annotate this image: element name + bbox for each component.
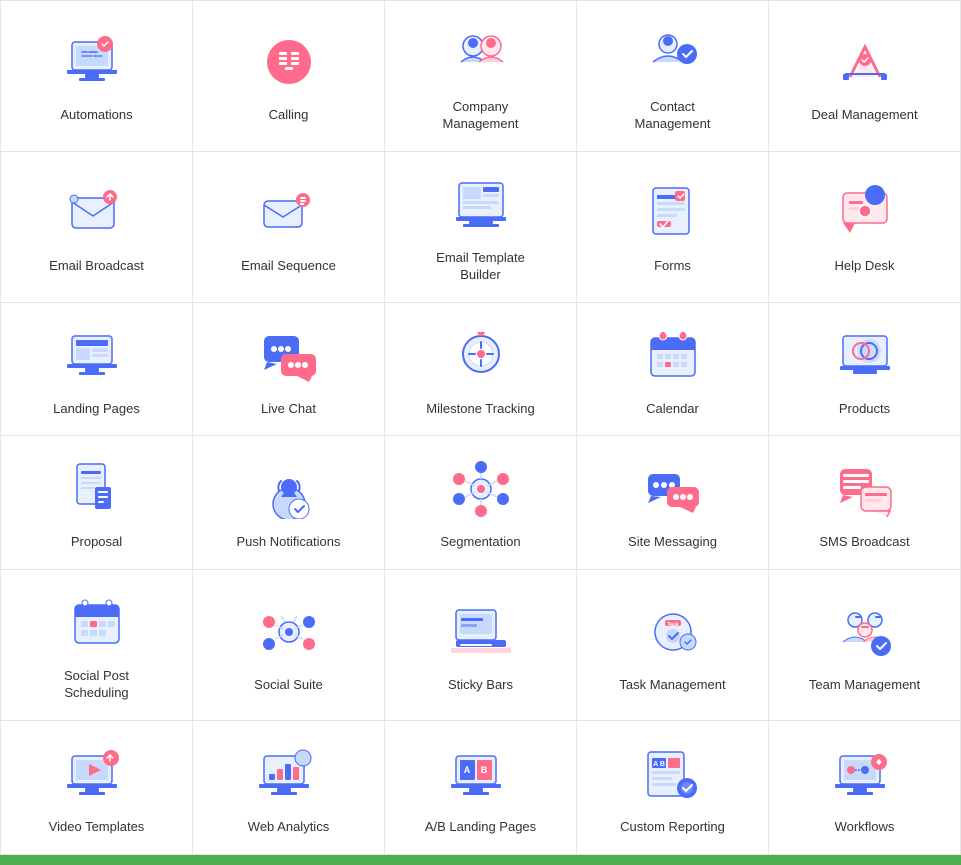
help-desk-icon [830, 178, 900, 248]
automations-label: Automations [60, 107, 132, 124]
social-post-scheduling-icon [62, 588, 132, 658]
task-management-icon: Task [638, 597, 708, 667]
grid-item-site-messaging[interactable]: Site Messaging [577, 436, 769, 570]
grid-item-web-analytics[interactable]: Web Analytics [193, 721, 385, 855]
forms-label: Forms [654, 258, 691, 275]
email-broadcast-icon [62, 178, 132, 248]
products-label: Products [839, 401, 890, 418]
site-messaging-label: Site Messaging [628, 534, 717, 551]
grid-item-ab-landing-pages[interactable]: A B A/B Landing Pages [385, 721, 577, 855]
grid-item-contact-management[interactable]: ContactManagement [577, 1, 769, 152]
grid-item-forms[interactable]: Forms [577, 152, 769, 303]
social-suite-label: Social Suite [254, 677, 323, 694]
grid-item-sticky-bars[interactable]: Sticky Bars [385, 570, 577, 721]
svg-text:A B: A B [653, 761, 665, 768]
ab-landing-pages-label: A/B Landing Pages [425, 819, 536, 836]
products-icon [830, 321, 900, 391]
svg-text:Task: Task [667, 622, 678, 628]
grid-item-email-template-builder[interactable]: Email TemplateBuilder [385, 152, 577, 303]
email-sequence-label: Email Sequence [241, 258, 336, 275]
grid-item-workflows[interactable]: Workflows [769, 721, 961, 855]
landing-pages-label: Landing Pages [53, 401, 140, 418]
grid-item-help-desk[interactable]: Help Desk [769, 152, 961, 303]
email-sequence-icon [254, 178, 324, 248]
grid-item-team-management[interactable]: Team Management [769, 570, 961, 721]
sms-broadcast-icon [830, 454, 900, 524]
milestone-tracking-label: Milestone Tracking [426, 401, 534, 418]
team-management-icon [830, 597, 900, 667]
sticky-bars-icon [446, 597, 516, 667]
calling-icon [254, 27, 324, 97]
grid-item-products[interactable]: Products [769, 303, 961, 437]
grid-item-milestone-tracking[interactable]: Milestone Tracking [385, 303, 577, 437]
grid-item-deal-management[interactable]: Deal Management [769, 1, 961, 152]
workflows-label: Workflows [835, 819, 895, 836]
grid-item-social-suite[interactable]: Social Suite [193, 570, 385, 721]
landing-pages-icon [62, 321, 132, 391]
web-analytics-label: Web Analytics [248, 819, 329, 836]
email-broadcast-label: Email Broadcast [49, 258, 144, 275]
grid-item-push-notifications[interactable]: Push Notifications [193, 436, 385, 570]
proposal-icon [62, 454, 132, 524]
contact-management-icon [638, 19, 708, 89]
automations-icon [62, 27, 132, 97]
proposal-label: Proposal [71, 534, 122, 551]
team-management-label: Team Management [809, 677, 920, 694]
grid-item-calendar[interactable]: Calendar [577, 303, 769, 437]
deal-management-icon [830, 27, 900, 97]
grid-item-custom-reporting[interactable]: A B Custom Reporting [577, 721, 769, 855]
grid-item-calling[interactable]: Calling [193, 1, 385, 152]
segmentation-label: Segmentation [440, 534, 520, 551]
grid-item-video-templates[interactable]: Video Templates [1, 721, 193, 855]
web-analytics-icon [254, 739, 324, 809]
live-chat-label: Live Chat [261, 401, 316, 418]
ab-landing-pages-icon: A B [446, 739, 516, 809]
company-management-icon [446, 19, 516, 89]
task-management-label: Task Management [619, 677, 725, 694]
svg-text:B: B [480, 765, 487, 775]
help-desk-label: Help Desk [835, 258, 895, 275]
segmentation-icon [446, 454, 516, 524]
svg-text:A: A [463, 765, 470, 775]
calling-label: Calling [269, 107, 309, 124]
bottom-bar [0, 855, 961, 865]
social-post-scheduling-label: Social PostScheduling [64, 668, 129, 702]
video-templates-icon [62, 739, 132, 809]
push-notifications-icon [254, 454, 324, 524]
deal-management-label: Deal Management [811, 107, 917, 124]
grid-item-landing-pages[interactable]: Landing Pages [1, 303, 193, 437]
forms-icon [638, 178, 708, 248]
calendar-icon [638, 321, 708, 391]
grid-item-segmentation[interactable]: Segmentation [385, 436, 577, 570]
sms-broadcast-label: SMS Broadcast [819, 534, 909, 551]
grid-item-company-management[interactable]: CompanyManagement [385, 1, 577, 152]
site-messaging-icon [638, 454, 708, 524]
contact-management-label: ContactManagement [635, 99, 711, 133]
grid-item-live-chat[interactable]: Live Chat [193, 303, 385, 437]
milestone-tracking-icon [446, 321, 516, 391]
email-template-builder-label: Email TemplateBuilder [436, 250, 525, 284]
company-management-label: CompanyManagement [443, 99, 519, 133]
grid-item-social-post-scheduling[interactable]: Social PostScheduling [1, 570, 193, 721]
video-templates-label: Video Templates [49, 819, 145, 836]
live-chat-icon [254, 321, 324, 391]
grid-item-automations[interactable]: Automations [1, 1, 193, 152]
custom-reporting-label: Custom Reporting [620, 819, 725, 836]
grid-item-proposal[interactable]: Proposal [1, 436, 193, 570]
grid-item-email-sequence[interactable]: Email Sequence [193, 152, 385, 303]
products-grid: Automations Calling [0, 0, 961, 855]
calendar-label: Calendar [646, 401, 699, 418]
grid-item-sms-broadcast[interactable]: SMS Broadcast [769, 436, 961, 570]
grid-item-task-management[interactable]: Task Task Management [577, 570, 769, 721]
grid-item-email-broadcast[interactable]: Email Broadcast [1, 152, 193, 303]
push-notifications-label: Push Notifications [236, 534, 340, 551]
social-suite-icon [254, 597, 324, 667]
workflows-icon [830, 739, 900, 809]
custom-reporting-icon: A B [638, 739, 708, 809]
email-template-builder-icon [446, 170, 516, 240]
sticky-bars-label: Sticky Bars [448, 677, 513, 694]
